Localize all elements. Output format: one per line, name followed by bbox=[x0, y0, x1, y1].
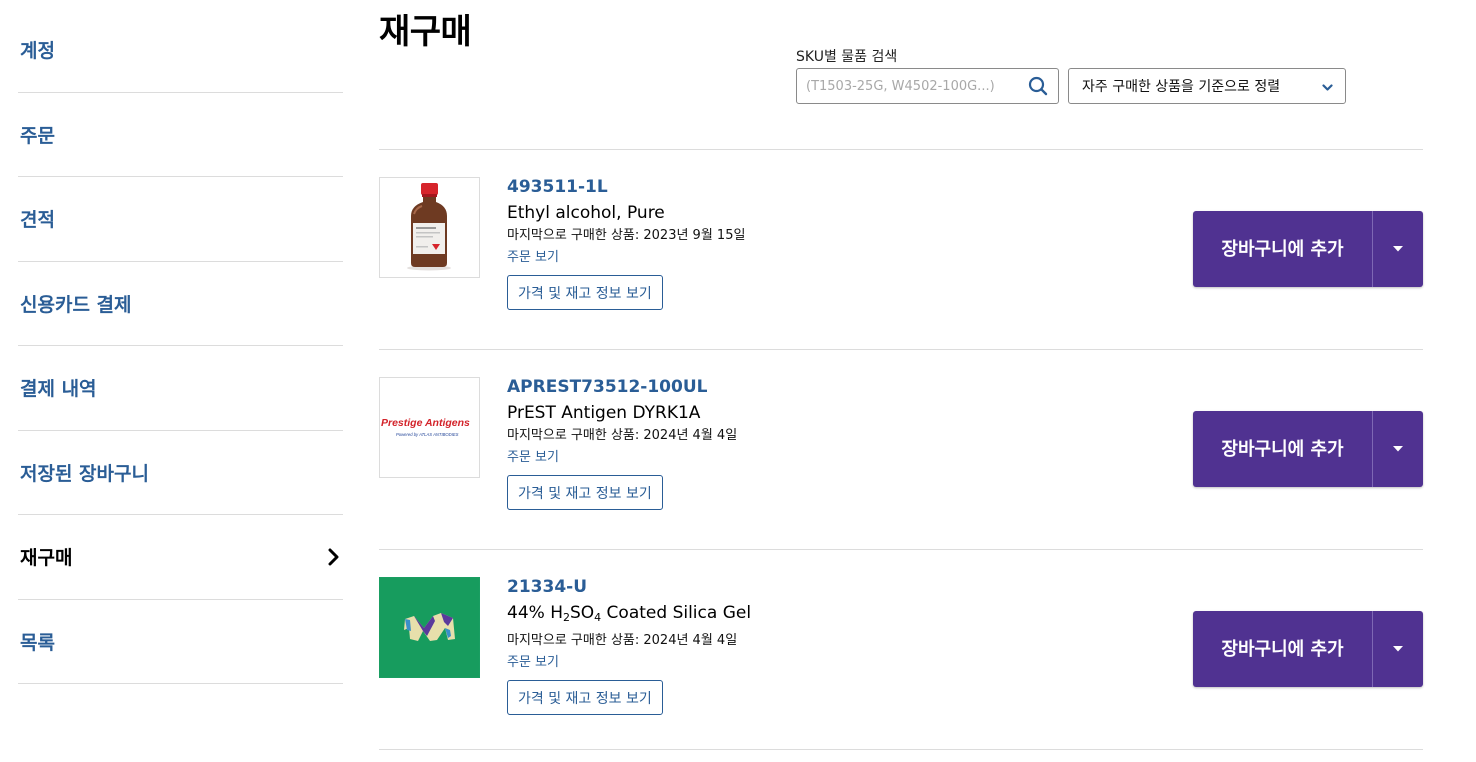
add-to-cart-button[interactable]: 장바구니에 추가 bbox=[1193, 611, 1372, 687]
view-price-availability-button[interactable]: 가격 및 재고 정보 보기 bbox=[507, 275, 663, 310]
product-name: PrEST Antigen DYRK1A bbox=[507, 403, 701, 423]
add-to-cart-group: 장바구니에 추가 bbox=[1193, 411, 1423, 487]
view-order-link[interactable]: 주문 보기 bbox=[507, 449, 737, 467]
sidebar-item-saved-carts[interactable]: 저장된 장바구니 bbox=[18, 431, 343, 515]
product-sku-link[interactable]: 21334-U bbox=[507, 577, 751, 597]
sidebar-item-label: 견적 bbox=[20, 209, 55, 232]
add-to-cart-button[interactable]: 장바구니에 추가 bbox=[1193, 411, 1372, 487]
chevron-right-icon bbox=[327, 547, 341, 567]
product-row: Prestige Antigens Powered by ATLAS ANTIB… bbox=[379, 350, 1423, 550]
sidebar-item-payment-history[interactable]: 결제 내역 bbox=[18, 346, 343, 431]
product-name: 44% H2SO4 Coated Silica Gel bbox=[507, 603, 752, 624]
sort-selected-value: 자주 구매한 상품을 기준으로 정렬 bbox=[1082, 79, 1281, 95]
last-purchased-date: 마지막으로 구매한 상품: 2024년 4월 4일 bbox=[507, 428, 738, 443]
sidebar-item-label: 목록 bbox=[20, 631, 55, 654]
chevron-down-icon bbox=[1322, 77, 1333, 96]
product-info: APREST73512-100UL PrEST Antigen DYRK1A 마… bbox=[507, 377, 737, 510]
cart-options-caret-icon[interactable] bbox=[1373, 611, 1423, 687]
view-order-link[interactable]: 주문 보기 bbox=[507, 654, 751, 672]
product-sku-link[interactable]: 493511-1L bbox=[507, 177, 745, 197]
sidebar-item-orders[interactable]: 주문 bbox=[18, 93, 343, 177]
last-purchased-date: 마지막으로 구매한 상품: 2024년 4월 4일 bbox=[507, 633, 738, 648]
sidebar-item-label: 재구매 bbox=[20, 547, 73, 570]
product-image[interactable] bbox=[379, 177, 480, 278]
page-title: 재구매 bbox=[379, 12, 472, 52]
sidebar-item-label: 계정 bbox=[20, 40, 55, 63]
sidebar-item-quotes[interactable]: 견적 bbox=[18, 177, 343, 262]
product-image[interactable]: Prestige Antigens Powered by ATLAS ANTIB… bbox=[379, 377, 480, 478]
search-label: SKU별 물품 검색 bbox=[796, 49, 898, 65]
cart-options-caret-icon[interactable] bbox=[1373, 411, 1423, 487]
product-row: 21334-U 44% H2SO4 Coated Silica Gel 마지막으… bbox=[379, 550, 1423, 750]
view-price-availability-button[interactable]: 가격 및 재고 정보 보기 bbox=[507, 680, 663, 715]
product-name: Ethyl alcohol, Pure bbox=[507, 203, 665, 223]
product-info: 21334-U 44% H2SO4 Coated Silica Gel 마지막으… bbox=[507, 577, 751, 715]
search-icon[interactable] bbox=[1018, 69, 1058, 103]
logo-text: Prestige Antigens bbox=[381, 417, 470, 429]
product-sku-link[interactable]: APREST73512-100UL bbox=[507, 377, 737, 397]
product-row: 493511-1L Ethyl alcohol, Pure 마지막으로 구매한 … bbox=[379, 150, 1423, 350]
sku-search-box bbox=[796, 68, 1059, 104]
sidebar-item-label: 결제 내역 bbox=[20, 378, 97, 401]
account-sidebar: 계정 주문 견적 신용카드 결제 결제 내역 저장된 장바구니 재구매 목록 bbox=[18, 8, 343, 684]
add-to-cart-group: 장바구니에 추가 bbox=[1193, 611, 1423, 687]
cart-options-caret-icon[interactable] bbox=[1373, 211, 1423, 287]
sidebar-item-account[interactable]: 계정 bbox=[18, 8, 343, 93]
logo-subtext: Powered by ATLAS ANTIBODIES bbox=[396, 432, 459, 437]
last-purchased-date: 마지막으로 구매한 상품: 2023년 9월 15일 bbox=[507, 228, 746, 243]
sort-dropdown[interactable]: 자주 구매한 상품을 기준으로 정렬 bbox=[1068, 68, 1346, 104]
product-info: 493511-1L Ethyl alcohol, Pure 마지막으로 구매한 … bbox=[507, 177, 745, 310]
sidebar-item-label: 신용카드 결제 bbox=[20, 293, 132, 316]
product-image[interactable] bbox=[379, 577, 480, 678]
sidebar-item-label: 저장된 장바구니 bbox=[20, 462, 149, 485]
sidebar-item-credit-card-payment[interactable]: 신용카드 결제 bbox=[18, 262, 343, 346]
add-to-cart-button[interactable]: 장바구니에 추가 bbox=[1193, 211, 1372, 287]
sidebar-item-reorder[interactable]: 재구매 bbox=[18, 515, 343, 600]
view-order-link[interactable]: 주문 보기 bbox=[507, 249, 745, 267]
sku-search-input[interactable] bbox=[797, 69, 1018, 103]
add-to-cart-group: 장바구니에 추가 bbox=[1193, 211, 1423, 287]
sidebar-item-label: 주문 bbox=[20, 124, 55, 147]
sidebar-item-lists[interactable]: 목록 bbox=[18, 600, 343, 684]
view-price-availability-button[interactable]: 가격 및 재고 정보 보기 bbox=[507, 475, 663, 510]
